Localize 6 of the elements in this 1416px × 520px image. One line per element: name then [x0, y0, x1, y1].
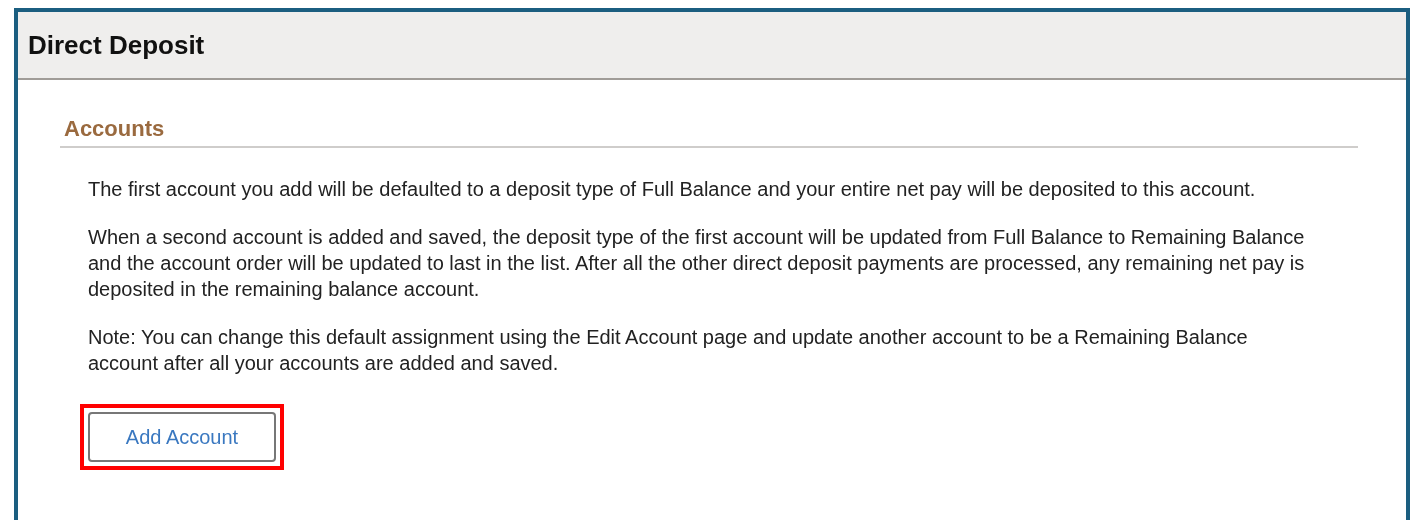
info-paragraph: The first account you add will be defaulted to a deposit type of Full Balance and your entire net pay will be deposited to this account.	[88, 177, 1257, 202]
info-paragraph: When a second account is added and saved, the deposit type of the first account will be updated from Full Balance to Remaining Balance and the account order will be updated to last in the list. After all the other direct deposit payments are processed, any remaining net pay is deposited in the remaining balance account.	[88, 225, 1306, 302]
add-account-button[interactable]: Add Account	[88, 412, 276, 462]
window-title: Direct Deposit	[28, 29, 205, 61]
info-paragraph: Note: You can change this default assignment using the Edit Account page and update another account to be a Remaining Balance account after all your accounts are added and saved.	[88, 325, 1249, 376]
section-title: Accounts	[60, 116, 1358, 148]
